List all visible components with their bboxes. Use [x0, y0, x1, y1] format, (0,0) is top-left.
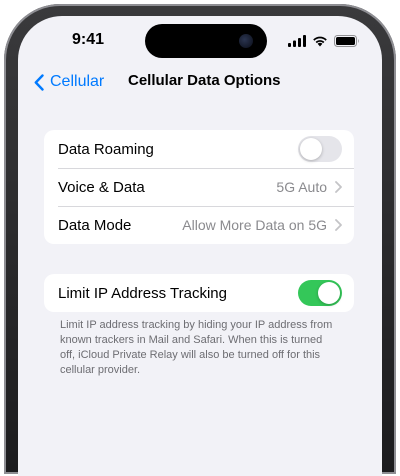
cellular-signal-icon [288, 35, 306, 47]
wifi-icon [313, 36, 327, 47]
page-title: Cellular Data Options [128, 72, 281, 89]
chevron-left-icon [34, 73, 44, 91]
chevron-right-icon [335, 181, 342, 193]
navigation-bar: Cellular Cellular Data Options [18, 68, 382, 96]
row-voice-data[interactable]: Voice & Data 5G Auto [44, 168, 354, 206]
status-icons [288, 34, 360, 48]
row-label: Limit IP Address Tracking [58, 284, 227, 302]
front-camera-icon [239, 34, 253, 48]
row-data-roaming: Data Roaming [44, 130, 354, 168]
row-label: Data Mode [58, 216, 132, 234]
phone-frame: 9:41 Cellular Cellular Data Options Data… [0, 0, 400, 476]
row-data-mode[interactable]: Data Mode Allow More Data on 5G [44, 206, 354, 244]
row-value: Allow More Data on 5G [182, 217, 327, 233]
toggle-knob [300, 138, 322, 160]
status-time: 9:41 [72, 31, 105, 48]
ip-tracking-footnote: Limit IP address tracking by hiding your… [60, 319, 333, 376]
row-value: 5G Auto [276, 179, 327, 195]
chevron-right-icon [335, 219, 342, 231]
data-roaming-toggle[interactable] [298, 136, 342, 162]
limit-ip-tracking-toggle[interactable] [298, 280, 342, 306]
screen: 9:41 Cellular Cellular Data Options Data… [18, 16, 382, 476]
back-button[interactable]: Cellular [34, 68, 104, 96]
toggle-knob [318, 282, 340, 304]
cellular-settings-group: Data Roaming Voice & Data 5G Auto Data M… [44, 130, 354, 244]
row-limit-ip-tracking: Limit IP Address Tracking [44, 274, 354, 312]
dynamic-island [145, 24, 267, 58]
ip-tracking-group: Limit IP Address Tracking [44, 274, 354, 312]
back-button-label: Cellular [50, 73, 105, 90]
row-label: Voice & Data [58, 178, 145, 196]
battery-icon [334, 35, 359, 47]
row-label: Data Roaming [58, 140, 154, 158]
